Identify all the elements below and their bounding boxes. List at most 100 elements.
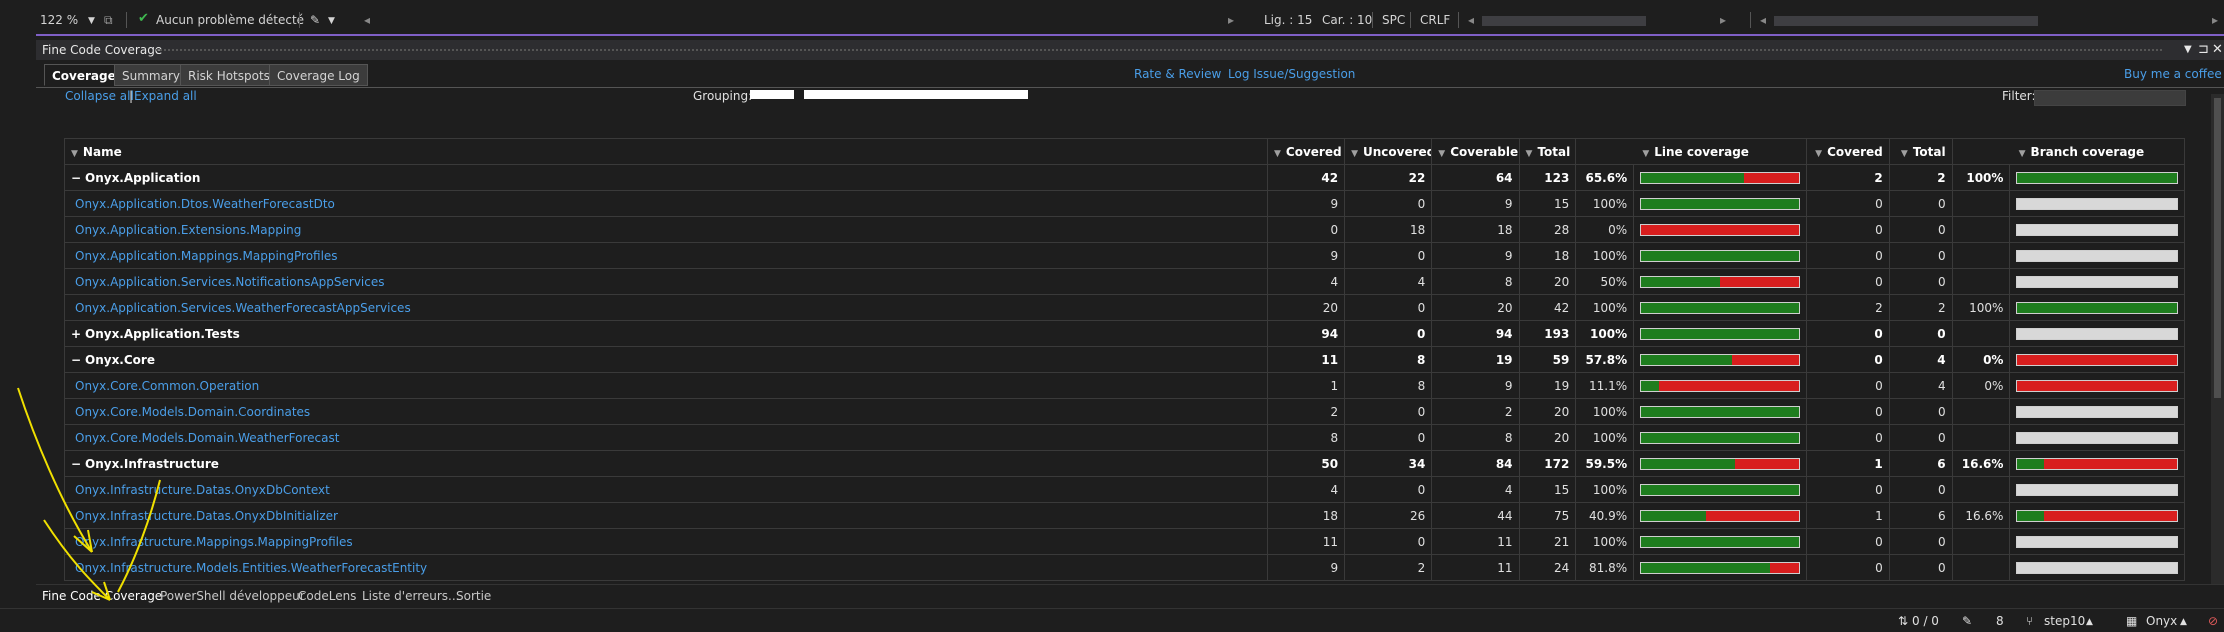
column-header-covered[interactable]: ▼ Covered [1266,138,1346,165]
row-name[interactable]: Onyx.Application.Services.WeatherForecas… [64,294,1268,321]
column-header-branch-coverage[interactable]: ▼ Branch coverage [1951,138,2186,165]
zoom-dropdown-icon[interactable]: ▼ [88,16,95,26]
row-name[interactable]: − Onyx.Infrastructure [64,450,1268,477]
window-position-icon[interactable]: ▼ [2184,44,2192,55]
grid-body: − Onyx.Application 42 22 64 123 65.6% 2 2 100% Ony… [64,164,2185,581]
row-name[interactable]: Onyx.Infrastructure.Datas.OnyxDbInitiali… [64,502,1268,529]
column-number[interactable]: Car. : 10 [1322,13,1372,27]
group-row[interactable]: + Onyx.Application.Tests 94 0 94 193 100% 0 0 [64,320,2185,347]
tab-summary[interactable]: Summary [114,64,188,86]
row-name[interactable]: Onyx.Infrastructure.Models.Entities.Weat… [64,554,1268,581]
collapse-icon[interactable]: − [71,171,85,185]
tab-risk-hotspots[interactable]: Risk Hotspots [180,64,278,86]
coverage-bar [1640,457,1800,470]
class-row[interactable]: Onyx.Application.Services.WeatherForecas… [64,294,2185,321]
close-icon[interactable]: ✕ [2212,42,2223,57]
scroll-left-icon[interactable]: ◂ [364,13,370,27]
filter-input[interactable] [2034,90,2186,106]
repository-dropdown-icon[interactable]: ▲ [2180,617,2187,627]
coverage-bar [1640,301,1800,314]
editor-hscroll[interactable] [378,16,1224,26]
class-row[interactable]: Onyx.Application.Dtos.WeatherForecastDto… [64,190,2185,217]
scroll-left-icon[interactable]: ◂ [1468,13,1474,27]
scroll-left-icon[interactable]: ◂ [1760,13,1766,27]
column-header-name[interactable]: ▼ Name [64,138,1268,165]
row-name[interactable]: + Onyx.Application.Tests [64,320,1268,347]
class-row[interactable]: Onyx.Infrastructure.Datas.OnyxDbInitiali… [64,502,2185,529]
bottom-tab-powershell[interactable]: PowerShell développeur [160,589,305,603]
cell-uncovered: 0 [1344,294,1433,321]
row-name[interactable]: Onyx.Infrastructure.Mappings.MappingProf… [64,528,1268,555]
collapse-icon[interactable]: − [71,457,85,471]
group-row[interactable]: − Onyx.Core 11 8 19 59 57.8% 0 4 0% [64,346,2185,373]
column-header-branch-covered[interactable]: ▼ Covered [1805,138,1890,165]
row-name[interactable]: Onyx.Application.Mappings.MappingProfile… [64,242,1268,269]
commit-count[interactable]: 8 [1996,614,2004,628]
log-issue-link[interactable]: Log Issue/Suggestion [1228,67,1355,81]
column-header-branch-total[interactable]: ▼ Total [1888,138,1953,165]
class-row[interactable]: Onyx.Infrastructure.Models.Entities.Weat… [64,554,2185,581]
branch-dropdown-icon[interactable]: ▲ [2086,617,2093,627]
row-name[interactable]: Onyx.Application.Services.NotificationsA… [64,268,1268,295]
row-name[interactable]: Onyx.Application.Extensions.Mapping [64,216,1268,243]
line-ending[interactable]: CRLF [1420,13,1450,27]
class-row[interactable]: Onyx.Application.Services.NotificationsA… [64,268,2185,295]
class-row[interactable]: Onyx.Application.Mappings.MappingProfile… [64,242,2185,269]
row-name[interactable]: Onyx.Application.Dtos.WeatherForecastDto [64,190,1268,217]
row-name[interactable]: Onyx.Core.Models.Domain.WeatherForecast [64,424,1268,451]
bottom-tab-output[interactable]: Sortie [456,589,491,603]
column-header-coverable[interactable]: ▼ Coverable [1431,138,1520,165]
panel-title-bar[interactable]: Fine Code Coverage ▼ ⊐ ✕ [36,40,2224,60]
bottom-tab-codelens[interactable]: CodeLens [298,589,356,603]
class-row[interactable]: Onyx.Infrastructure.Datas.OnyxDbContext 4… [64,476,2185,503]
notification-icon[interactable]: ⊘ [2208,614,2218,628]
rate-review-link[interactable]: Rate & Review [1134,67,1221,81]
collapse-all-link[interactable]: Collapse all [65,89,134,103]
row-name[interactable]: Onyx.Core.Common.Operation [64,372,1268,399]
tab-coverage-log[interactable]: Coverage Log [269,64,368,86]
repository-name[interactable]: Onyx [2146,614,2177,628]
bottom-tab-error-list[interactable]: Liste d'erreurs... [362,589,459,603]
group-row[interactable]: − Onyx.Infrastructure 50 34 84 172 59.5% 1 6 16.6… [64,450,2185,477]
buy-coffee-link[interactable]: Buy me a coffee [2124,67,2222,81]
class-row[interactable]: Onyx.Core.Common.Operation 1 8 9 19 11.1% 0 4 0% [64,372,2185,399]
row-name[interactable]: Onyx.Infrastructure.Datas.OnyxDbContext [64,476,1268,503]
cell-branch-covered: 0 [1805,476,1890,503]
grouping-level-slider[interactable] [750,90,794,99]
bottom-tab-fine-code-coverage[interactable]: Fine Code Coverage [42,589,162,603]
column-header-uncovered[interactable]: ▼ Uncovered [1344,138,1433,165]
zoom-level[interactable]: 122 % [40,13,78,27]
column-header-total[interactable]: ▼ Total [1518,138,1577,165]
collapse-icon[interactable]: − [71,353,85,367]
row-name[interactable]: − Onyx.Application [64,164,1268,191]
scroll-right-icon[interactable]: ▸ [2212,13,2218,27]
grouping-range-slider[interactable] [804,90,1028,99]
class-row[interactable]: Onyx.Infrastructure.Mappings.MappingProf… [64,528,2185,555]
class-row[interactable]: Onyx.Core.Models.Domain.WeatherForecast 8… [64,424,2185,451]
branch-name[interactable]: step10 [2044,614,2085,628]
grid-vertical-scrollbar[interactable] [2211,94,2224,590]
class-row[interactable]: Onyx.Core.Models.Domain.Coordinates 2 0 2 20… [64,398,2185,425]
tab-coverage[interactable]: Coverage [44,64,124,86]
cleanup-brush-icon[interactable]: ✎ [310,13,320,27]
scroll-right-icon[interactable]: ▸ [1228,13,1234,27]
class-row[interactable]: Onyx.Application.Extensions.Mapping 0 18 18… [64,216,2185,243]
spacing-mode[interactable]: SPC [1382,13,1405,27]
issues-status[interactable]: Aucun problème détecté [156,13,304,27]
coverage-bar-cell [2009,346,2185,373]
cell-branch-total: 0 [1888,268,1953,295]
group-row[interactable]: − Onyx.Application 42 22 64 123 65.6% 2 2 100% [64,164,2185,191]
column-header-line-coverage[interactable]: ▼ Line coverage [1575,138,1807,165]
pin-icon[interactable]: ⊐ [2198,42,2209,57]
scrollbar-thumb[interactable] [2214,98,2221,398]
pending-changes[interactable]: 0 / 0 [1912,614,1939,628]
scroll-right-icon[interactable]: ▸ [1720,13,1726,27]
expand-all-link[interactable]: Expand all [134,89,197,103]
line-number[interactable]: Lig. : 15 [1264,13,1312,27]
chevron-down-icon[interactable]: ▼ [328,16,335,26]
row-name[interactable]: − Onyx.Core [64,346,1268,373]
row-name[interactable]: Onyx.Core.Models.Domain.Coordinates [64,398,1268,425]
secondary-hscroll[interactable] [1482,16,1646,26]
tertiary-hscroll[interactable] [1774,16,2038,26]
expand-icon[interactable]: + [71,327,85,341]
